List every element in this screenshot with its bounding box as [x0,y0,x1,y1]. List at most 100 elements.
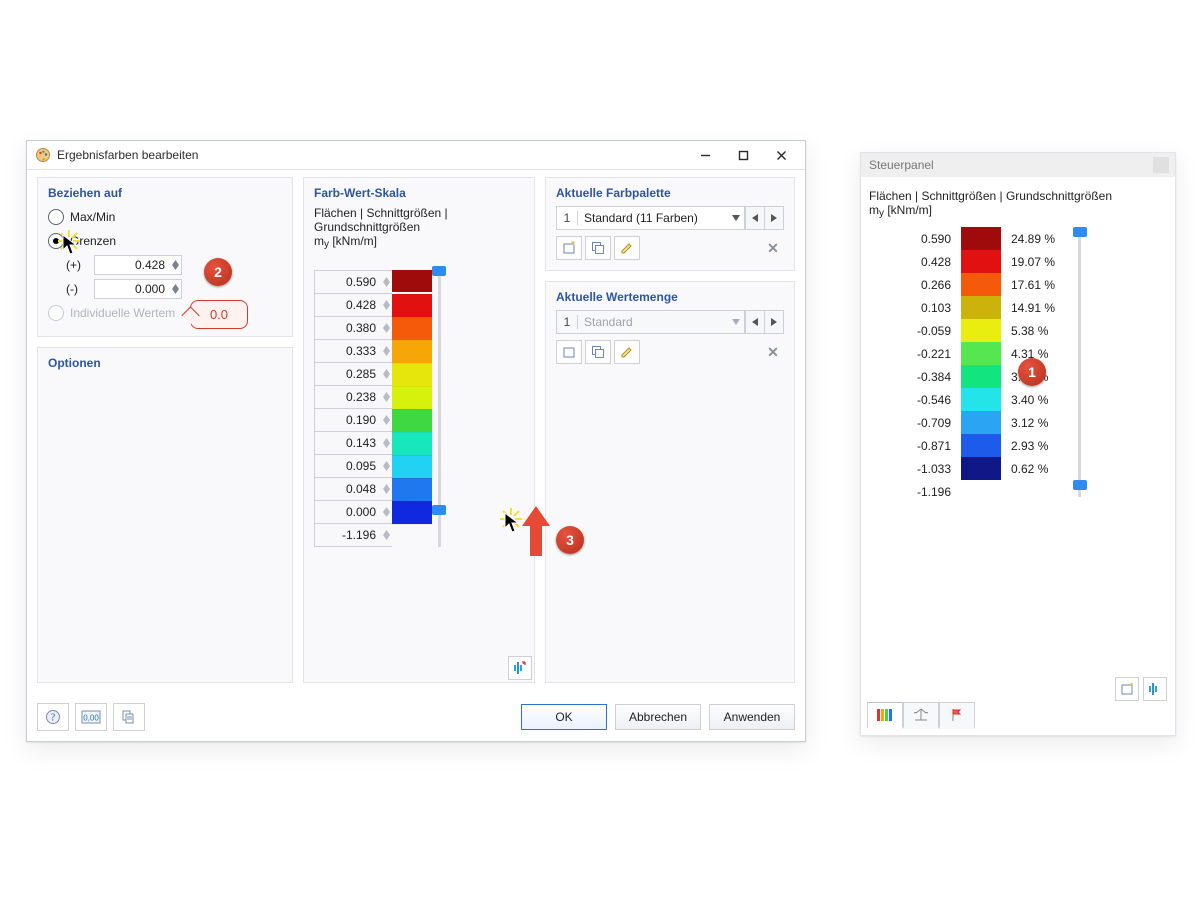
annotation-badge-1: 1 [1018,358,1046,386]
help-button[interactable]: ? [37,703,69,731]
new-palette-button[interactable] [556,236,582,260]
steuer-sub-line2: my [kNm/m] [869,203,1167,219]
scale-value-field[interactable]: 0.238 [314,386,392,409]
palette-icon [35,147,51,163]
radio-maxmin[interactable]: Max/Min [48,206,282,228]
optionen-heading: Optionen [48,356,282,370]
radio-grenzen[interactable]: Grenzen [48,230,282,252]
plus-label: (+) [66,258,94,272]
scale-value-field[interactable]: -1.196 [314,524,392,547]
minus-field[interactable]: 0.000 [94,279,182,299]
minimize-button[interactable] [687,144,723,166]
steuer-sub-line1: Flächen | Schnittgrößen | Grundschnittgr… [869,189,1167,203]
scale-value-field[interactable]: 0.143 [314,432,392,455]
chevron-down-icon [728,215,744,221]
aktuelle-wertemenge-group: Aktuelle Wertemenge 1 Standard [545,281,795,683]
legend-value: 0.590 [869,227,961,250]
slider-bottom-handle[interactable] [432,505,446,515]
slider-top-handle[interactable] [432,266,446,276]
scale-value-field[interactable]: 0.048 [314,478,392,501]
legend-value: -1.196 [869,480,961,503]
scale-value-field[interactable]: 0.000 [314,501,392,524]
steuer-reset-button[interactable] [1143,677,1167,701]
scale-grid: 0.5900.4280.3800.3330.2850.2380.1900.143… [314,270,524,547]
plus-field[interactable]: 0.428 [94,255,182,275]
scale-value-field[interactable]: 0.590 [314,270,392,294]
legend-value: -1.033 [869,457,961,480]
color-swatch [392,432,432,455]
scale-value-field[interactable]: 0.380 [314,317,392,340]
palette-prev[interactable] [745,206,765,230]
dialog-title: Ergebnisfarben bearbeiten [57,148,685,162]
edit-valueset-button[interactable] [614,340,640,364]
legend-percent: 0.62 % [1001,457,1073,480]
palette-next[interactable] [765,206,784,230]
radio-individuelle-label: Individuelle Wertem [70,306,175,320]
color-swatch [392,455,432,478]
copy-valueset-button[interactable] [585,340,611,364]
steuerpanel: Steuerpanel Flächen | Schnittgrößen | Gr… [860,152,1176,736]
slider-bottom-handle[interactable] [1073,480,1087,490]
legend-value: -0.871 [869,434,961,457]
cancel-button[interactable]: Abbrechen [615,704,701,730]
tab-balance[interactable] [903,702,939,729]
aktuelle-farbpalette-group: Aktuelle Farbpalette 1 Standard (11 Farb… [545,177,795,271]
scale-value-field[interactable]: 0.428 [314,294,392,317]
skala-sub-line1: Flächen | Schnittgrößen | Grundschnittgr… [314,206,524,234]
skala-heading: Farb-Wert-Skala [314,186,524,200]
valueset-next[interactable] [765,310,784,334]
legend-value: 0.428 [869,250,961,273]
steuerpanel-title: Steuerpanel [869,158,934,172]
close-button[interactable] [763,144,799,166]
edit-palette-button[interactable] [614,236,640,260]
steuer-new-button[interactable] [1115,677,1139,701]
color-swatch [392,363,432,386]
maximize-button[interactable] [725,144,761,166]
legend-value: -0.384 [869,365,961,388]
units-button[interactable]: 0,00 [75,703,107,731]
delete-palette-button[interactable]: ✕ [762,237,784,259]
ok-button[interactable]: OK [521,704,607,730]
minus-label: (-) [66,282,94,296]
legend-swatch [961,480,1001,503]
copy-palette-button[interactable] [585,236,611,260]
legend-percent: 17.61 % [1001,273,1073,296]
scale-value-field[interactable]: 0.333 [314,340,392,363]
legend-value: -0.709 [869,411,961,434]
legend-value: -0.221 [869,342,961,365]
new-valueset-button[interactable] [556,340,582,364]
scale-value-field[interactable]: 0.190 [314,409,392,432]
reset-scale-button[interactable] [508,656,532,680]
radio-maxmin-label: Max/Min [70,210,115,224]
tab-color-scale[interactable] [867,702,903,729]
valueset-prev[interactable] [745,310,765,334]
titlebar: Ergebnisfarben bearbeiten [27,141,805,170]
copy-table-button[interactable] [113,703,145,731]
scale-value-field[interactable]: 0.285 [314,363,392,386]
up-arrow-icon [522,506,550,559]
dialog-footer: ? 0,00 OK Abbrechen Anwenden [37,701,795,733]
legend-percent: 2.93 % [1001,434,1073,457]
legend-percent: 19.07 % [1001,250,1073,273]
legend-swatch [961,227,1001,250]
color-swatch [392,270,432,292]
legend-swatch [961,434,1001,457]
delete-valueset-button[interactable]: ✕ [762,341,784,363]
cursor-icon [504,512,522,534]
cursor-icon [62,234,80,256]
color-swatch [392,317,432,340]
scale-value-field[interactable]: 0.095 [314,455,392,478]
legend-swatch [961,411,1001,434]
valueset-select[interactable]: 1 Standard [556,310,745,334]
svg-text:?: ? [51,713,56,724]
slider-top-handle[interactable] [1073,227,1087,237]
palette-heading: Aktuelle Farbpalette [556,186,784,200]
apply-button[interactable]: Anwenden [709,704,795,730]
minus-spinner[interactable] [169,284,181,294]
plus-spinner[interactable] [169,260,181,270]
steuer-legend: 0.59024.89 %0.42819.07 %0.26617.61 %0.10… [869,227,1167,503]
close-icon[interactable] [1153,157,1169,173]
color-swatch [392,501,432,524]
palette-select[interactable]: 1 Standard (11 Farben) [556,206,745,230]
tab-flag[interactable] [939,702,975,729]
